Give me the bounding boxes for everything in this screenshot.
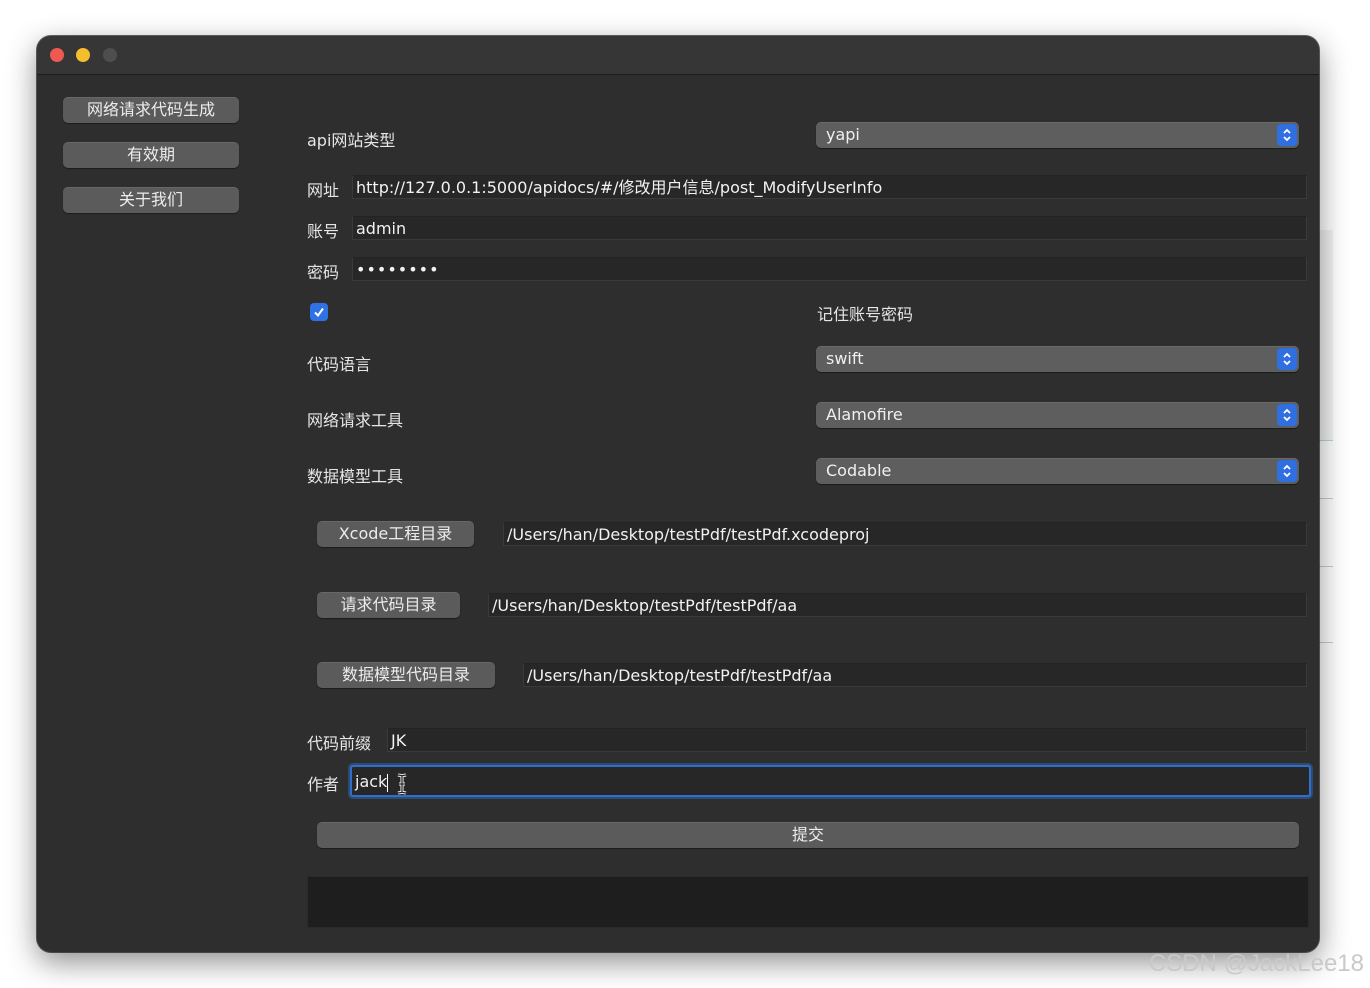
minimize-window-button[interactable] — [76, 48, 90, 62]
code-language-label: 代码语言 — [307, 355, 372, 374]
author-field[interactable]: jack — [350, 765, 1311, 797]
api-type-value: yapi — [826, 125, 860, 144]
checkmark-icon — [314, 307, 324, 318]
prefix-field[interactable]: JK — [387, 728, 1307, 752]
background-divider — [1319, 498, 1333, 499]
request-dir-field[interactable]: /Users/han/Desktop/testPdf/testPdf/aa — [488, 593, 1307, 617]
code-language-select[interactable]: swift — [816, 346, 1299, 372]
background-divider — [1319, 642, 1333, 643]
xcode-dir-button[interactable]: Xcode工程目录 — [317, 521, 474, 547]
background-divider — [1319, 566, 1333, 567]
model-tool-value: Codable — [826, 461, 892, 480]
author-value: jack — [355, 772, 388, 791]
text-caret — [387, 773, 389, 792]
output-log — [307, 876, 1309, 928]
account-field[interactable]: admin — [352, 216, 1307, 240]
account-label: 账号 — [307, 222, 340, 241]
model-dir-button[interactable]: 数据模型代码目录 — [317, 662, 495, 688]
request-dir-button[interactable]: 请求代码目录 — [317, 592, 460, 618]
background-panel — [1319, 230, 1333, 440]
password-label: 密码 — [307, 263, 340, 282]
remember-checkbox[interactable] — [310, 303, 328, 321]
title-bar — [37, 36, 1319, 75]
model-tool-label: 数据模型工具 — [307, 467, 404, 486]
model-dir-field[interactable]: /Users/han/Desktop/testPdf/testPdf/aa — [523, 663, 1307, 687]
close-window-button[interactable] — [50, 48, 64, 62]
background-divider — [1319, 440, 1333, 441]
network-tool-select[interactable]: Alamofire — [816, 402, 1299, 428]
remember-label: 记住账号密码 — [817, 305, 914, 324]
submit-button[interactable]: 提交 — [317, 822, 1299, 848]
api-type-label: api网站类型 — [307, 131, 396, 150]
url-label: 网址 — [307, 181, 340, 200]
sidebar-item-about[interactable]: 关于我们 — [63, 187, 239, 213]
code-language-value: swift — [826, 349, 864, 368]
author-label: 作者 — [307, 775, 340, 794]
prefix-label: 代码前缀 — [307, 734, 372, 753]
ibeam-cursor-icon — [397, 773, 407, 795]
network-tool-value: Alamofire — [826, 405, 903, 424]
password-field[interactable]: •••••••• — [352, 257, 1307, 281]
url-field[interactable]: http://127.0.0.1:5000/apidocs/#/修改用户信息/p… — [352, 175, 1307, 199]
chevron-updown-icon — [1277, 404, 1297, 426]
network-tool-label: 网络请求工具 — [307, 411, 404, 430]
chevron-updown-icon — [1277, 348, 1297, 370]
watermark: CSDN @JackLee18 — [1148, 950, 1364, 977]
zoom-window-button[interactable] — [103, 48, 117, 62]
app-window: 网络请求代码生成 有效期 关于我们 api网站类型 yapi 网址 http:/… — [37, 36, 1319, 952]
chevron-updown-icon — [1277, 460, 1297, 482]
sidebar-item-validity[interactable]: 有效期 — [63, 142, 239, 168]
sidebar-item-code-gen[interactable]: 网络请求代码生成 — [63, 97, 239, 123]
model-tool-select[interactable]: Codable — [816, 458, 1299, 484]
xcode-dir-field[interactable]: /Users/han/Desktop/testPdf/testPdf.xcode… — [503, 522, 1307, 546]
chevron-updown-icon — [1277, 124, 1297, 146]
api-type-select[interactable]: yapi — [816, 122, 1299, 148]
